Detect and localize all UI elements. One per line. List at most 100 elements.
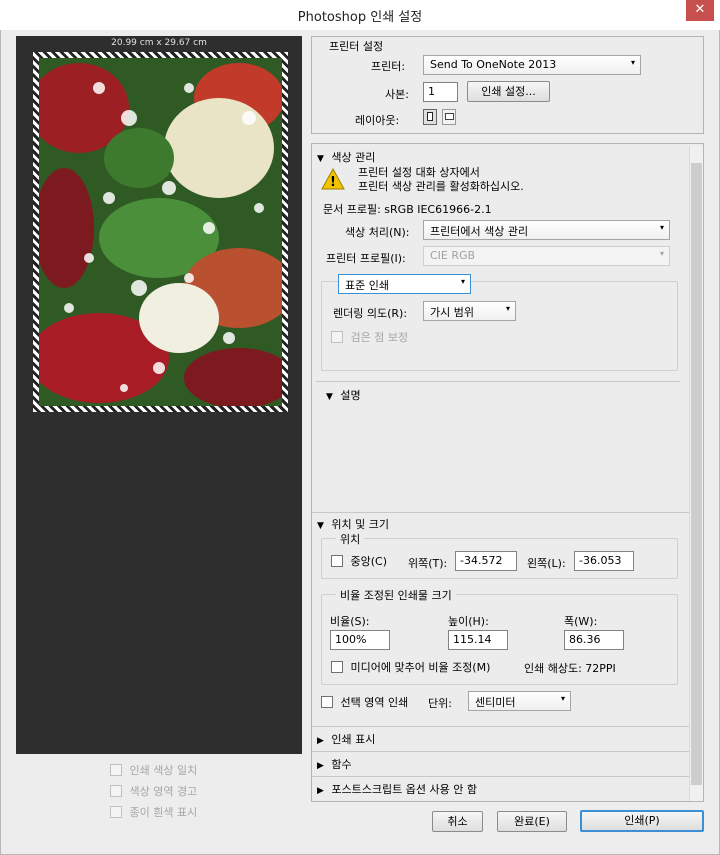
black-point-label: 검은 점 보정 — [350, 331, 409, 344]
black-point-compensation-option[interactable]: 검은 점 보정 — [331, 329, 408, 345]
chevron-down-icon: ▾ — [560, 694, 565, 703]
expanded-arrow-icon: ▼ — [317, 154, 324, 164]
print-selection-option[interactable]: 선택 영역 인쇄 — [321, 694, 408, 710]
scaled-size-title: 비율 조정된 인쇄물 크기 — [336, 587, 456, 603]
width-label: 폭(W): — [564, 615, 598, 628]
units-value: 센티미터 — [475, 696, 516, 709]
print-settings-button[interactable]: 인쇄 설정... — [467, 81, 550, 102]
preview-image[interactable] — [39, 58, 282, 406]
paper-dimensions: 20.99 cm x 29.67 cm — [111, 38, 207, 48]
height-label: 높이(H): — [448, 615, 489, 628]
postscript-options-title: 포스트스크립트 옵션 사용 안 함 — [331, 783, 477, 796]
landscape-layout-button[interactable] — [442, 109, 456, 125]
color-handling-select[interactable]: 프린터에서 색상 관리 ▾ — [423, 220, 670, 240]
copies-label: 사본: — [385, 88, 409, 101]
divider — [316, 381, 680, 382]
description-header[interactable]: ▼ 설명 — [326, 387, 361, 403]
collapsed-arrow-icon: ▶ — [317, 761, 324, 771]
print-marks-header[interactable]: ▶ 인쇄 표시 — [317, 731, 375, 747]
match-print-colors-label: 인쇄 색상 일치 — [129, 764, 198, 777]
divider — [312, 776, 689, 777]
portrait-icon — [427, 112, 433, 121]
show-paper-white-option[interactable]: 종이 흰색 표시 — [110, 804, 197, 820]
top-label: 위쪽(T): — [408, 557, 448, 570]
fit-media-option[interactable]: 미디어에 맞추어 비율 조정(M) — [331, 659, 490, 675]
printer-select[interactable]: Send To OneNote 2013 ▾ — [423, 55, 641, 75]
functions-title: 함수 — [331, 758, 352, 771]
gamut-warning-option[interactable]: 색상 영역 경고 — [110, 783, 197, 799]
color-handling-label: 색상 처리(N): — [345, 226, 410, 239]
collapsed-arrow-icon: ▶ — [317, 786, 324, 796]
print-resolution: 인쇄 해상도: 72PPI — [524, 662, 616, 675]
show-paper-white-label: 종이 흰색 표시 — [129, 806, 198, 819]
print-mode-group — [321, 281, 678, 371]
printer-settings-title: 프린터 설정 — [329, 40, 384, 53]
done-button[interactable]: 완료(E) — [497, 811, 567, 832]
black-point-checkbox[interactable] — [331, 331, 343, 343]
top-input[interactable]: -34.572 — [455, 551, 517, 571]
match-print-colors-option[interactable]: 인쇄 색상 일치 — [110, 762, 197, 778]
landscape-icon — [445, 113, 454, 120]
rendering-intent-label: 렌더링 의도(R): — [333, 307, 408, 320]
match-print-colors-checkbox[interactable] — [110, 764, 122, 776]
scale-input[interactable]: 100% — [330, 630, 390, 650]
fit-media-label: 미디어에 맞추어 비율 조정(M) — [350, 661, 491, 674]
gamut-warning-label: 색상 영역 경고 — [129, 785, 198, 798]
printer-profile-select[interactable]: CIE RGB ▾ — [423, 246, 670, 266]
scale-label: 비율(S): — [330, 615, 370, 628]
postscript-options-header[interactable]: ▶ 포스트스크립트 옵션 사용 안 함 — [317, 781, 477, 797]
warning-glyph: ! — [330, 175, 336, 190]
rendering-intent-value: 가시 범위 — [430, 306, 474, 319]
print-button[interactable]: 인쇄(P) — [580, 810, 704, 832]
chevron-down-icon: ▾ — [659, 249, 664, 258]
collapsed-arrow-icon: ▶ — [317, 736, 324, 746]
position-size-title: 위치 및 크기 — [331, 518, 390, 531]
expanded-arrow-icon: ▼ — [326, 392, 333, 402]
units-label: 단위: — [428, 697, 452, 710]
expanded-arrow-icon: ▼ — [317, 521, 324, 531]
print-selection-label: 선택 영역 인쇄 — [340, 696, 409, 709]
printer-profile-value: CIE RGB — [430, 249, 476, 262]
chevron-down-icon: ▾ — [630, 58, 635, 67]
printer-select-value: Send To OneNote 2013 — [430, 58, 557, 71]
divider — [312, 512, 689, 513]
show-paper-white-checkbox[interactable] — [110, 806, 122, 818]
color-management-title: 색상 관리 — [331, 151, 376, 164]
color-handling-value: 프린터에서 색상 관리 — [430, 225, 529, 238]
warning-text-line2: 프린터 색상 관리를 활성화하십시오. — [358, 180, 524, 193]
cancel-button[interactable]: 취소 — [432, 811, 483, 832]
position-group-title: 위치 — [336, 531, 365, 547]
copies-input[interactable]: 1 — [423, 82, 458, 102]
print-mode-value: 표준 인쇄 — [345, 279, 389, 292]
functions-header[interactable]: ▶ 함수 — [317, 756, 352, 772]
chevron-down-icon: ▾ — [460, 277, 465, 286]
chevron-down-icon: ▾ — [505, 304, 510, 313]
fit-media-checkbox[interactable] — [331, 661, 343, 673]
divider — [312, 726, 689, 727]
layout-label: 레이아웃: — [355, 114, 400, 127]
description-title: 설명 — [340, 389, 361, 402]
portrait-layout-button[interactable] — [423, 109, 437, 125]
width-input[interactable]: 86.36 — [564, 630, 624, 650]
units-select[interactable]: 센티미터 ▾ — [468, 691, 571, 711]
warning-icon: ! — [321, 167, 345, 193]
center-label: 중앙(C) — [350, 555, 388, 568]
center-option[interactable]: 중앙(C) — [331, 553, 387, 569]
print-marks-title: 인쇄 표시 — [331, 733, 376, 746]
print-selection-checkbox[interactable] — [321, 696, 333, 708]
height-input[interactable]: 115.14 — [448, 630, 508, 650]
close-button[interactable]: ✕ — [686, 0, 714, 21]
rendering-intent-select[interactable]: 가시 범위 ▾ — [423, 301, 516, 321]
scrollbar-thumb[interactable] — [691, 163, 702, 785]
divider — [312, 751, 689, 752]
gamut-warning-checkbox[interactable] — [110, 785, 122, 797]
left-label: 왼쪽(L): — [527, 557, 566, 570]
position-size-header[interactable]: ▼ 위치 및 크기 — [317, 516, 389, 532]
printer-label: 프린터: — [371, 60, 406, 73]
print-mode-select[interactable]: 표준 인쇄 ▾ — [338, 274, 471, 294]
color-management-header[interactable]: ▼ 색상 관리 — [317, 149, 375, 165]
chevron-down-icon: ▾ — [659, 223, 664, 232]
left-input[interactable]: -36.053 — [574, 551, 634, 571]
center-checkbox[interactable] — [331, 555, 343, 567]
document-profile: 문서 프로필: sRGB IEC61966-2.1 — [323, 203, 492, 216]
